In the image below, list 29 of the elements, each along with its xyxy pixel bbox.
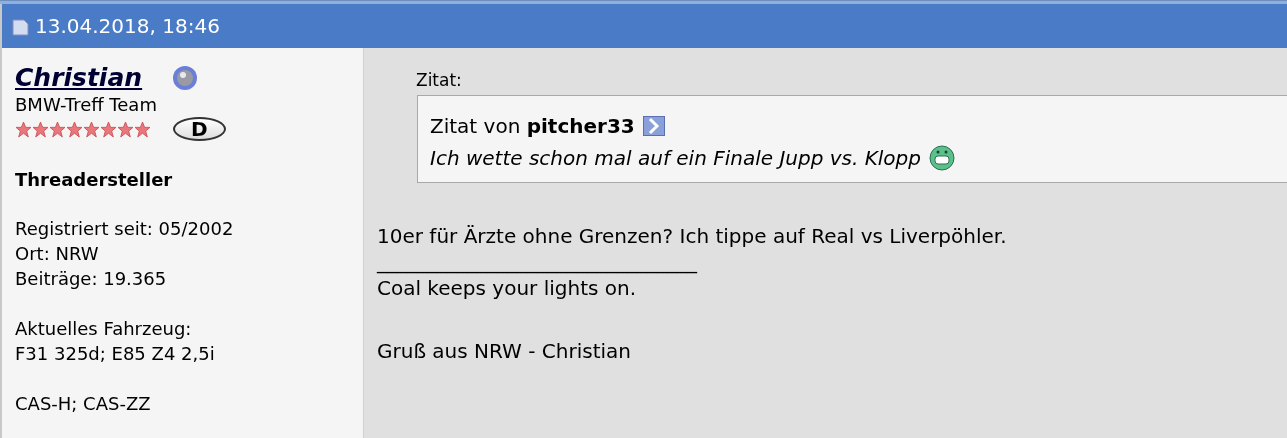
post-date: 13.04.2018, 18:46 (35, 14, 220, 38)
signature-text: Coal keeps your lights on. (377, 275, 638, 302)
user-info: CAS-H; CAS-ZZ (15, 392, 152, 416)
country-badge: D (173, 117, 226, 141)
star-icon (49, 120, 66, 138)
star-icon (15, 120, 32, 138)
signature-rule: ________________________________ (377, 251, 699, 273)
quote-attribution: Zitat von pitcher33 (430, 113, 635, 140)
user-info: Registriert seit: 05/2002 (15, 217, 235, 241)
username-link[interactable]: Christian (15, 64, 143, 92)
star-icon (117, 120, 134, 138)
view-post-icon[interactable] (642, 116, 665, 136)
post-message: 10er für Ärzte ohne Grenzen? Ich tippe auf Real vs Liverpöhler. (377, 223, 1008, 250)
star-icon (134, 120, 151, 138)
star-icon (100, 120, 117, 138)
quote-label: Zitat: (416, 70, 463, 90)
post-icon (12, 16, 29, 36)
quote-text: Ich wette schon mal auf ein Finale Jupp vs. Klopp (430, 145, 921, 172)
user-info: Beiträge: 19.365 (15, 267, 168, 291)
signature-text: Gruß aus NRW - Christian (377, 338, 632, 365)
user-info: Ort: NRW (15, 242, 100, 266)
user-info: Aktuelles Fahrzeug: (15, 317, 193, 341)
star-icon (83, 120, 100, 138)
star-icon (66, 120, 83, 138)
star-icon (32, 120, 49, 138)
user-info: F31 325d; E85 Z4 2,5i (15, 342, 216, 366)
grin-smiley-icon (929, 145, 955, 171)
user-role: Threadersteller (15, 168, 174, 192)
user-title: BMW-Treff Team (15, 93, 158, 117)
